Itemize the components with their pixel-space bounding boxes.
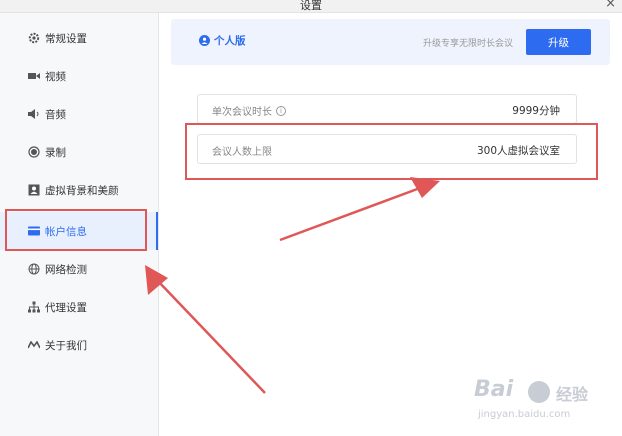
watermark-url: jingyan.baidu.com — [478, 409, 571, 420]
watermark-brand: Bai — [474, 377, 514, 402]
watermark-text: 经验 — [556, 385, 589, 404]
watermark: Bai 经验 jingyan.baidu.com — [470, 375, 610, 430]
annotation-arrows — [145, 177, 440, 394]
paw-icon — [528, 381, 550, 403]
arrow-head-to-limit — [410, 177, 440, 198]
arrow-line-to-account — [156, 279, 266, 394]
arrow-head-to-account — [145, 265, 168, 295]
arrow-line-to-limit — [279, 186, 421, 242]
